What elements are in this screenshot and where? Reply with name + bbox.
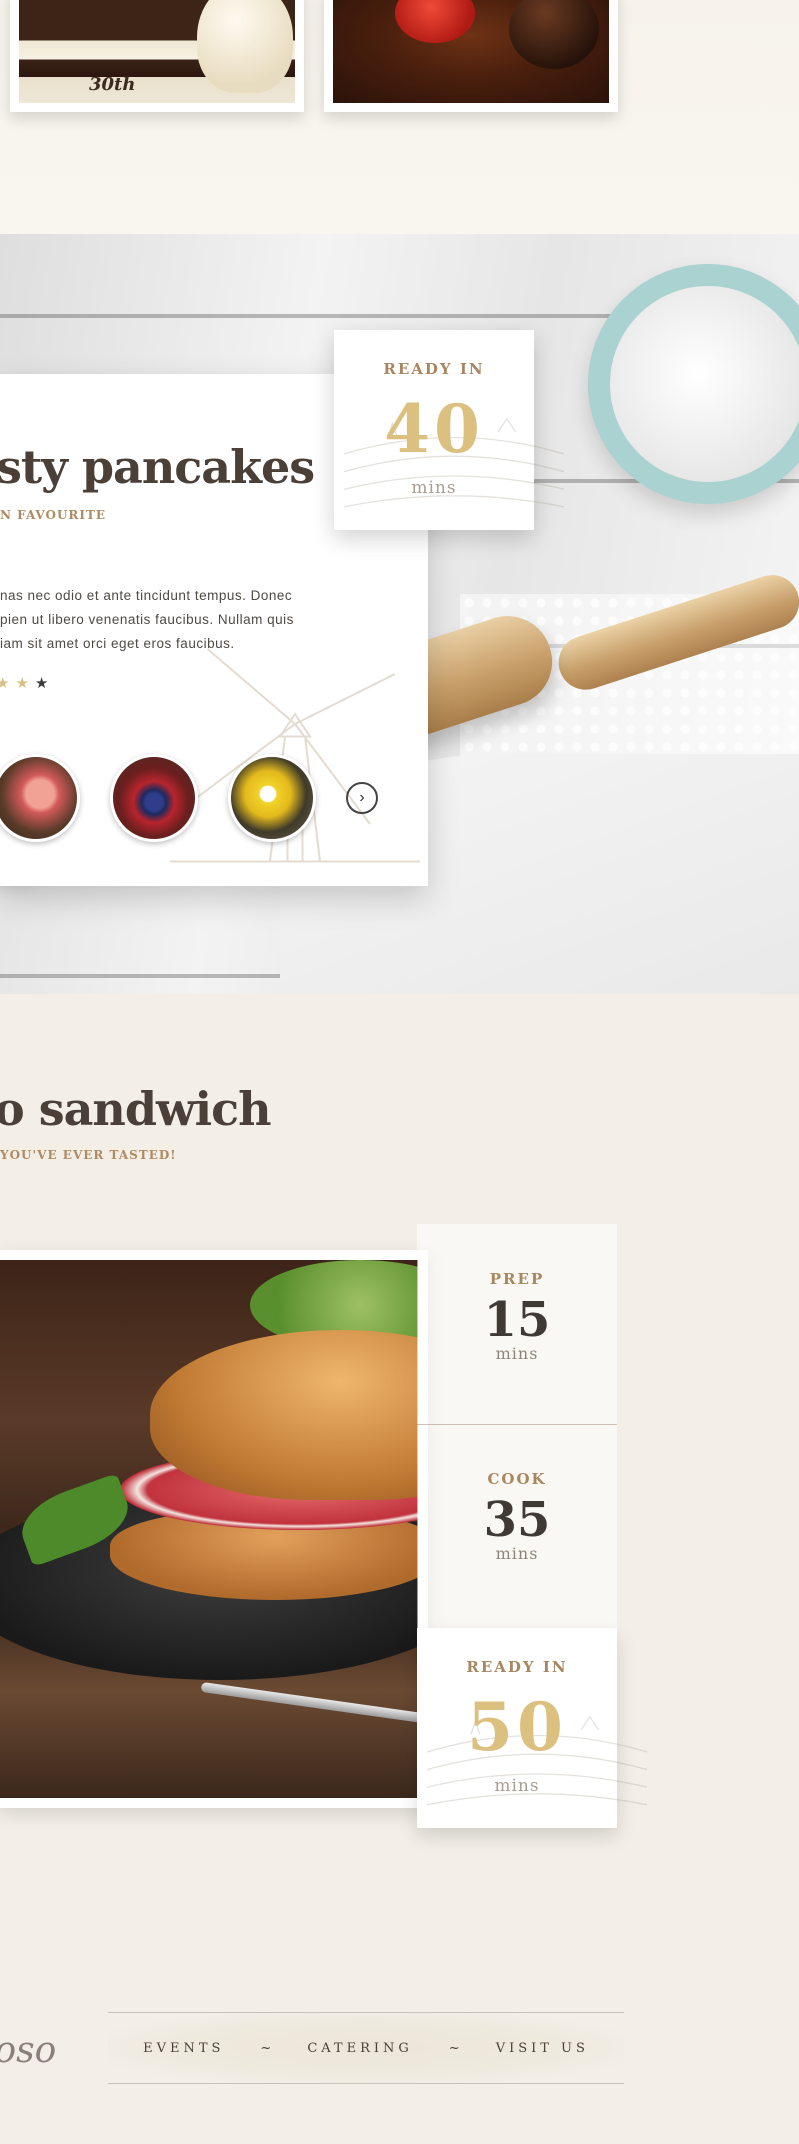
nav-link-events[interactable]: EVENTS [143, 2041, 224, 2056]
recipe-subtitle: N FAVOURITE [0, 508, 107, 522]
cook-label: COOK [487, 1470, 547, 1488]
top-section: 30th [0, 0, 799, 234]
ready-label: READY IN [383, 360, 485, 378]
cake-label: 30th [89, 74, 136, 95]
ready-label: READY IN [466, 1658, 568, 1676]
footer-logo[interactable]: toso [0, 2030, 56, 2071]
sandwich-subtitle: YOU'VE EVER TASTED! [0, 1148, 177, 1162]
prep-time-unit: mins [495, 1344, 539, 1363]
nav-link-catering[interactable]: CATERING [307, 2041, 412, 2056]
star-rating: ★ ★ ★ [0, 674, 48, 692]
sandwich-title: o sandwich [0, 1082, 272, 1136]
cook-time-block: COOK 35 mins [417, 1470, 617, 1563]
pancake-hero-section: sty pancakes N FAVOURITE nas nec odio et… [0, 234, 799, 994]
prep-time-block: PREP 15 mins [417, 1270, 617, 1363]
nav-separator: ~ [448, 2040, 460, 2056]
cook-time-value: 35 [483, 1492, 551, 1548]
ready-time-value: 50 [467, 1688, 567, 1766]
star-icon-filled: ★ [15, 675, 29, 692]
prep-time-value: 15 [483, 1292, 551, 1348]
carousel-next-button[interactable]: › [346, 782, 378, 814]
prep-label: PREP [489, 1270, 545, 1288]
footer-nav: EVENTS ~ CATERING ~ VISIT US [108, 2012, 624, 2084]
cheesecake-photo[interactable]: 30th [10, 0, 304, 112]
sandwich-photo-frame [0, 1250, 428, 1808]
sandwich-times-panel: PREP 15 mins COOK 35 mins READY IN 50 mi… [417, 1224, 647, 1828]
ready-time-value: 40 [384, 390, 484, 468]
nav-link-visit-us[interactable]: VISIT US [496, 2041, 589, 2056]
sandwich-ready-badge: READY IN 50 mins [417, 1628, 647, 1828]
nav-separator: ~ [260, 2040, 272, 2056]
ready-time-unit: mins [411, 478, 457, 498]
star-icon-empty: ★ [34, 675, 49, 692]
recipe-title: sty pancakes [0, 440, 315, 494]
ingredient-thumb-pepper[interactable] [228, 754, 316, 842]
salt-bowl-image [588, 264, 799, 504]
pancake-ready-badge: READY IN 40 mins [334, 330, 564, 530]
ingredient-carousel: › [0, 754, 378, 842]
cook-time-unit: mins [495, 1544, 539, 1563]
recipe-description: nas nec odio et ante tincidunt tempus. D… [0, 588, 294, 651]
chevron-right-icon: › [359, 789, 365, 806]
sandwich-photo [0, 1260, 418, 1798]
ingredient-thumb-berries[interactable] [110, 754, 198, 842]
ready-time-unit: mins [494, 1776, 540, 1796]
ingredient-thumb-ham[interactable] [0, 754, 80, 842]
times-divider [417, 1424, 617, 1425]
star-icon-filled: ★ [0, 675, 10, 692]
chocolate-cake-photo[interactable] [324, 0, 618, 112]
